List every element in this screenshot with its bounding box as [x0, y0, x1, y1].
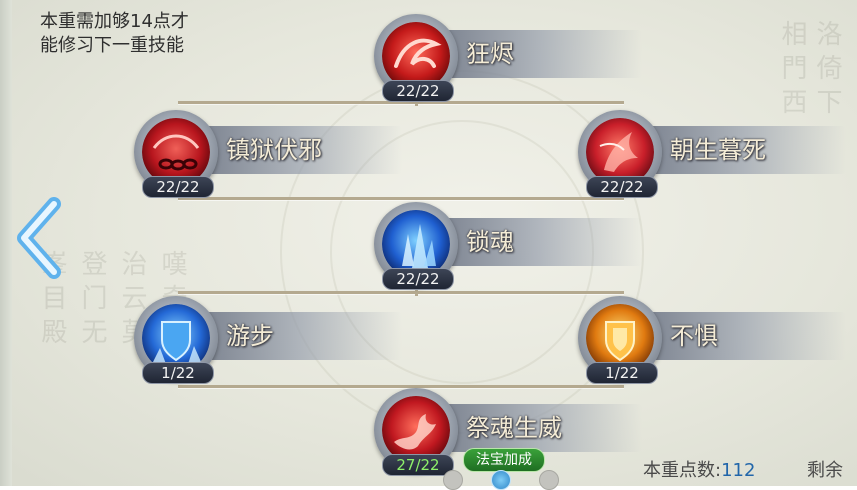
tree-connector [178, 291, 624, 294]
tier-points: 本重点数:112 [643, 456, 755, 482]
panel-left-edge [0, 0, 12, 486]
skill-name: 游步 [226, 322, 274, 350]
page-dot-active[interactable] [491, 470, 511, 490]
skill-name: 朝生暮死 [670, 136, 766, 164]
skill-level: 1/22 [142, 362, 214, 384]
skill-level: 22/22 [382, 268, 454, 290]
skill-node-suohun[interactable]: 锁魂 22/22 [374, 202, 644, 290]
background-calligraphy: 登门无 [77, 250, 107, 352]
skill-name: 祭魂生威 [466, 414, 562, 442]
requirement-hint-line: 本重需加够14点才 [40, 11, 189, 32]
skill-node-youbu[interactable]: 游步 1/22 [134, 296, 404, 384]
requirement-hint: 本重需加够14点才 能修习下一重技能 [40, 10, 240, 58]
skill-level: 22/22 [142, 176, 214, 198]
skill-name: 不惧 [670, 322, 718, 350]
page-dot[interactable] [539, 470, 559, 490]
skill-node-buju[interactable]: 不惧 1/22 [578, 296, 848, 384]
skill-level: 1/22 [586, 362, 658, 384]
skill-node-kuangjin[interactable]: 狂烬 22/22 [374, 14, 644, 102]
remaining-points-label: 剩余 [807, 460, 843, 481]
tier-points-value: 112 [721, 460, 756, 481]
skill-node-zhaoshengmusi[interactable]: 朝生暮死 22/22 [578, 110, 848, 198]
background-calligraphy: 洛倚下 [812, 20, 842, 122]
skill-name: 锁魂 [466, 228, 514, 256]
skill-level: 22/22 [586, 176, 658, 198]
tier-points-label: 本重点数: [643, 460, 722, 481]
fabao-bonus-badge[interactable]: 法宝加成 [463, 448, 545, 472]
skill-level: 27/22 [382, 454, 454, 476]
requirement-hint-line: 能修习下一重技能 [40, 35, 184, 56]
skill-node-zhenyufuxie[interactable]: 镇狱伏邪 22/22 [134, 110, 404, 198]
skill-name: 镇狱伏邪 [226, 136, 322, 164]
skill-name: 狂烬 [466, 40, 514, 68]
page-dot[interactable] [443, 470, 463, 490]
skill-level: 22/22 [382, 80, 454, 102]
back-arrow-icon[interactable] [14, 196, 66, 280]
